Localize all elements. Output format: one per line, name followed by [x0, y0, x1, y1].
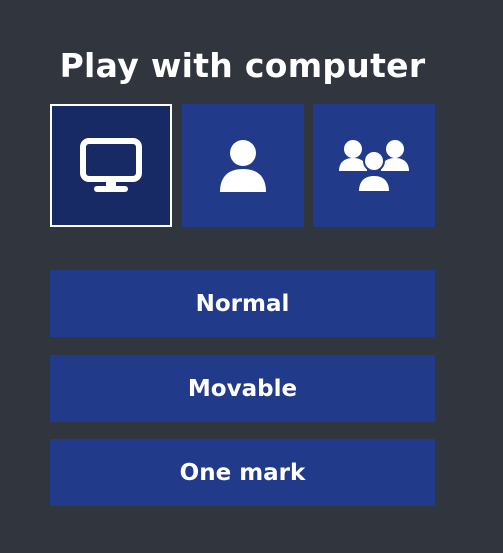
user-icon [218, 138, 268, 194]
one-mark-button-label: One mark [179, 459, 306, 486]
mode-computer-button[interactable] [50, 104, 172, 227]
normal-button[interactable]: Normal [50, 270, 435, 337]
movable-button[interactable]: Movable [50, 355, 435, 422]
one-mark-button[interactable]: One mark [50, 439, 435, 506]
mode-single-player-button[interactable] [182, 104, 304, 227]
users-group-icon [339, 138, 409, 194]
page-title: Play with computer [59, 46, 426, 85]
monitor-icon [80, 137, 142, 194]
normal-button-label: Normal [195, 290, 290, 317]
mode-multiplayer-button[interactable] [313, 104, 435, 227]
movable-button-label: Movable [187, 375, 298, 402]
